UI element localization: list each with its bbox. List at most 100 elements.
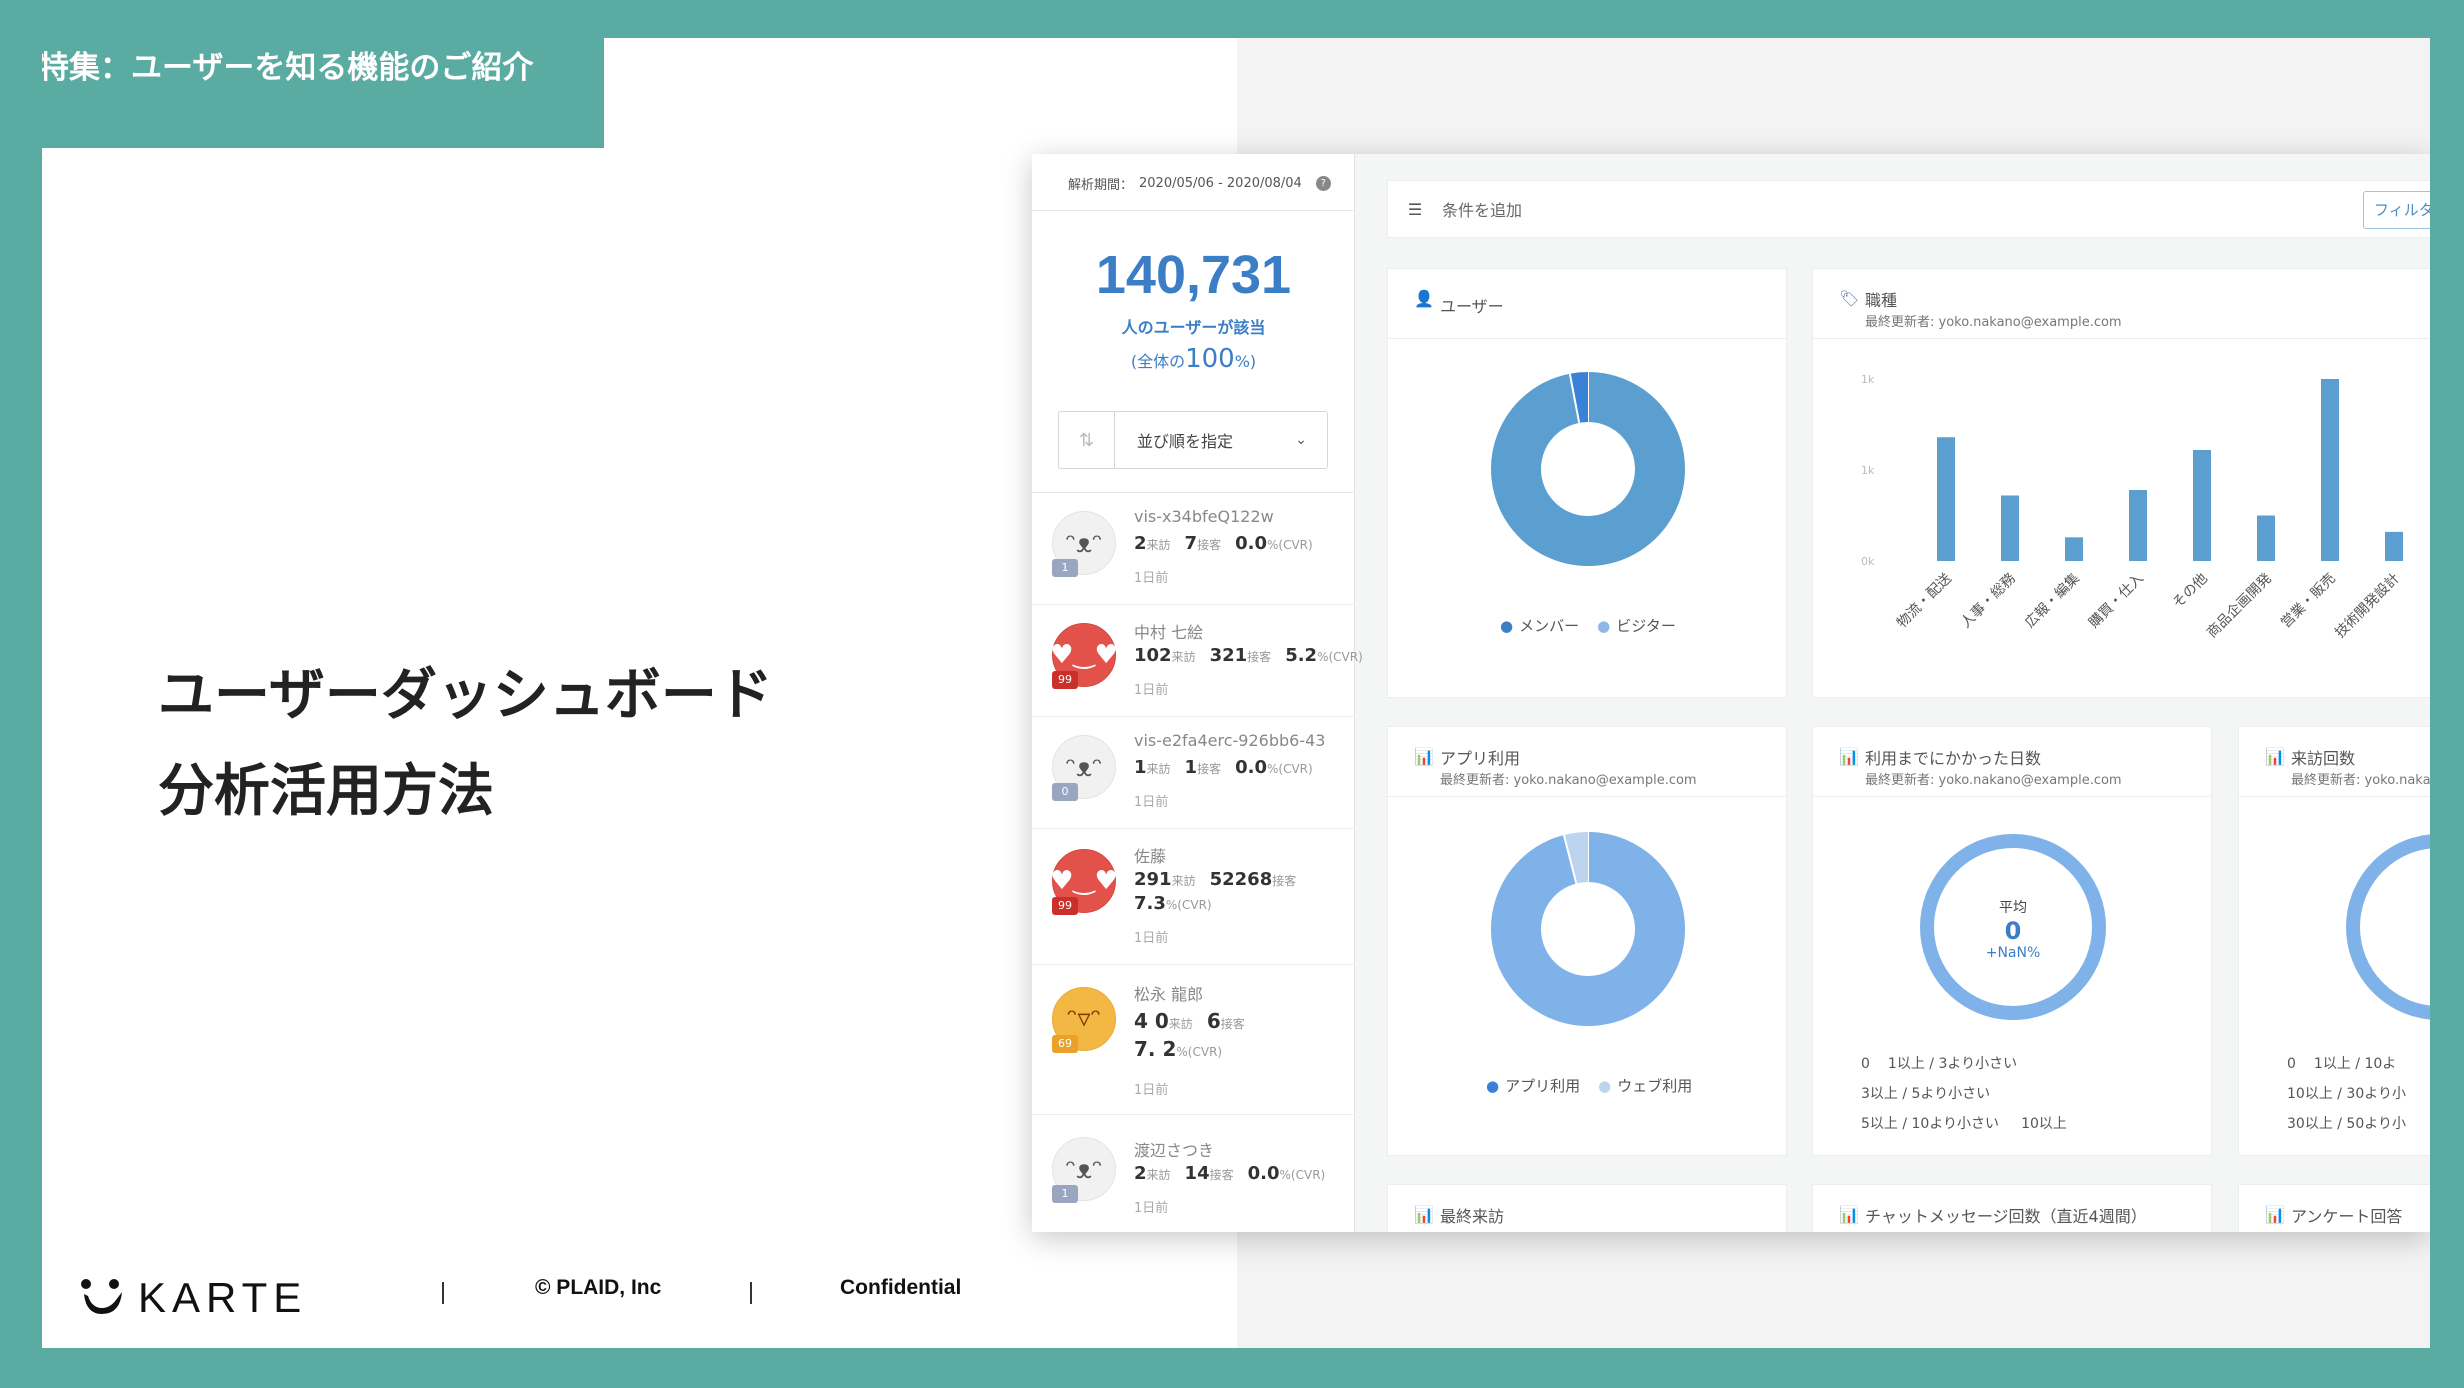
chevron-down-icon: ⌄: [1295, 432, 1307, 448]
user-row[interactable]: ♥‿♥ 99 中村 七絵 102来訪 321接客 5.2%(CVR) 1日前: [1032, 605, 1363, 717]
bar-chart-icon: 📊: [1839, 747, 1859, 766]
user-name: 中村 七絵: [1134, 623, 1204, 642]
tag-icon: 🏷: [1839, 289, 1860, 308]
card-title: アンケート回答: [2291, 1207, 2403, 1226]
pie-slice-1: [1569, 372, 1589, 423]
bar: [2129, 490, 2147, 561]
legend-app: アプリ利用: [1486, 1075, 1580, 1096]
user-name: vis-e2fa4erc-926bb6-43: [1134, 731, 1326, 750]
user-stats: 2来訪 7接客 0.0%(CVR): [1134, 533, 1313, 554]
divider: [1032, 210, 1355, 211]
card-chat-messages: 📊 チャットメッセージ回数（直近4週間）: [1812, 1184, 2212, 1232]
user-cvr: 7.3%(CVR): [1134, 893, 1212, 914]
last-seen: 1日前: [1134, 683, 1169, 698]
user-row[interactable]: ᵔᴥᵔ 0 vis-e2fa4erc-926bb6-43 1来訪 1接客 0.0%(…: [1032, 717, 1355, 829]
sort-select[interactable]: ⇅ 並び順を指定 ⌄: [1058, 411, 1328, 469]
help-icon[interactable]: ?: [1315, 176, 1331, 191]
filter-button[interactable]: フィルタ: [2363, 191, 2430, 229]
x-tick-label: 商品企画開発: [2203, 570, 2274, 641]
footer-separator: [442, 1282, 444, 1304]
last-seen: 1日前: [1134, 571, 1169, 586]
ratio-prefix: (全体の: [1130, 352, 1186, 371]
x-tick-label: 人事・総務: [1958, 571, 2019, 632]
add-condition-input[interactable]: 条件を追加: [1442, 197, 1522, 221]
card-title: 利用までにかかった日数: [1865, 749, 2042, 768]
user-name: vis-x34bfeQ122w: [1134, 507, 1274, 526]
x-tick-label: その他: [2170, 571, 2211, 612]
card-user: 👤 ユーザー メンバー ビジター: [1387, 268, 1787, 698]
average-value: 5: [2389, 917, 2430, 945]
user-donut-chart: [1491, 372, 1685, 566]
x-tick-label: 広報・編集: [2021, 570, 2083, 632]
legend-item: 0: [2287, 1056, 2296, 1072]
last-seen: 1日前: [1134, 795, 1169, 810]
user-row[interactable]: ᵔᴥᵔ 1 渡辺さつき 2来訪 14接客 0.0%(CVR) 1日前: [1032, 1115, 1355, 1232]
app-usage-donut-chart: [1491, 832, 1685, 1026]
average-label: 平: [2389, 897, 2430, 917]
bar-chart-icon: 📊: [1414, 747, 1434, 766]
legend-web: ウェブ利用: [1598, 1075, 1692, 1096]
chart-legend: 0 1以上 / 10よ 10以上 / 30より小 30以上 / 50より小: [2287, 1049, 2406, 1139]
user-stats: 2来訪 14接客 0.0%(CVR): [1134, 1163, 1326, 1184]
average-label: 平均: [1999, 900, 2027, 916]
section-badge: 特集：ユーザーを知る機能のご紹介: [42, 38, 604, 148]
card-title: アプリ利用: [1440, 749, 1521, 768]
last-seen: 1日前: [1134, 931, 1169, 946]
average-block: 平均 0 +NaN%: [1963, 897, 2063, 961]
card-title: チャットメッセージ回数（直近4週間）: [1865, 1207, 2147, 1226]
user-row[interactable]: ♥‿♥ 99 佐藤 291来訪 52268接客 7.3%(CVR) 1日前: [1032, 829, 1355, 965]
user-stats: 1来訪 1接客 0.0%(CVR): [1134, 757, 1313, 778]
card-title: 来訪回数: [2291, 749, 2356, 768]
score-badge: 1: [1052, 559, 1078, 577]
headline: ユーザーダッシュボード 分析活用方法: [158, 648, 773, 840]
copyright: © PLAID, Inc: [535, 1276, 662, 1299]
card-subtitle: 最終更新者: yoko.naka: [2291, 773, 2430, 788]
user-name: 松永 龍郎: [1134, 985, 1204, 1004]
user-count: 140,731: [1095, 245, 1292, 305]
user-stats: 291来訪 52268接客: [1134, 869, 1297, 890]
sort-icon: ⇅: [1059, 412, 1115, 468]
average-delta: +: [2389, 945, 2430, 961]
dashboard-screenshot: 解析期間： 2020/05/06 - 2020/08/04 ? 140,731 …: [1032, 154, 2430, 1232]
card-last-visit: 📊 最終来訪: [1387, 1184, 1787, 1232]
job-bar-chart: 1k 1k 0k 物流・配送 人事・総務 広報・編集 購買・仕入 その他商品企画開発 営業・販売…: [1861, 373, 2403, 641]
footer-separator: [750, 1282, 752, 1304]
score-badge: 99: [1052, 671, 1078, 689]
card-subtitle: 最終更新者: yoko.nakano@example.com: [1865, 773, 2122, 788]
ratio-suffix: %): [1234, 352, 1257, 371]
filter-icon: ☰: [1407, 199, 1423, 219]
user-row[interactable]: ᵔᴥᵔ 1 vis-x34bfeQ122w 2来訪 7接客 0.0%(CVR) 1日…: [1032, 493, 1355, 605]
last-seen: 1日前: [1134, 1083, 1169, 1098]
karte-logo-icon: [81, 1279, 122, 1314]
confidential-label: Confidential: [840, 1276, 962, 1299]
user-row[interactable]: ᵔ▿ᵔ 69 松永 龍郎 4 0来訪 6接客 7. 2%(CVR) 1日前: [1032, 965, 1355, 1115]
y-tick-label: 1k: [1861, 373, 1875, 386]
last-seen: 1日前: [1134, 1201, 1169, 1216]
score-badge: 1: [1052, 1185, 1078, 1203]
card-subtitle: 最終更新者: yoko.nakano@example.com: [1440, 773, 1697, 788]
user-count-caption: 人のユーザーが該当: [1121, 318, 1266, 337]
bar: [1937, 437, 1955, 561]
user-stats: 4 0来訪 6接客: [1134, 1009, 1245, 1033]
card-title: ユーザー: [1440, 297, 1504, 316]
score-badge: 69: [1052, 1035, 1078, 1053]
legend-item: 5以上 / 10より小さい: [1861, 1116, 2000, 1132]
analysis-period: 解析期間： 2020/05/06 - 2020/08/04 ?: [1068, 174, 1331, 193]
bar: [2321, 379, 2339, 561]
card-title: 最終来訪: [1440, 1207, 1505, 1226]
y-tick-label: 1k: [1861, 464, 1875, 477]
user-list-panel: 解析期間： 2020/05/06 - 2020/08/04 ? 140,731 …: [1032, 154, 1363, 1232]
average-delta: +NaN%: [1985, 945, 2041, 961]
card-app-usage: 📊 アプリ利用 最終更新者: yoko.nakano@example.com ア…: [1387, 726, 1787, 1156]
chart-legend: メンバー ビジター: [1500, 615, 1676, 636]
user-ratio: (全体の100%): [1032, 344, 1355, 374]
x-tick-label: 物流・配送: [1894, 571, 1955, 632]
user-stats: 102来訪 321接客 5.2%(CVR): [1134, 645, 1363, 666]
legend-item: 1以上 / 10よ: [2313, 1056, 2397, 1072]
karte-logo: KARTE: [80, 1274, 307, 1322]
card-visit-count: 📊 来訪回数 最終更新者: yoko.naka 平 5 + 0 1以上 / 10…: [2238, 726, 2430, 1156]
bar-chart-icon: 📊: [2265, 1205, 2285, 1224]
user-name: 佐藤: [1134, 847, 1167, 866]
headline-line2: 分析活用方法: [158, 759, 494, 824]
card-header: 📊 利用までにかかった日数 最終更新者: yoko.nakano@example…: [1813, 727, 2211, 797]
